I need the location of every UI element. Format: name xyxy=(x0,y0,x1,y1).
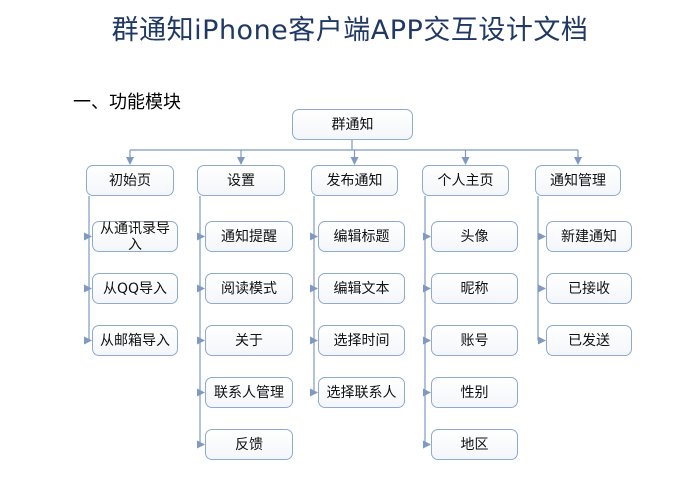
feature-node: 联系人管理 xyxy=(205,377,293,408)
module-node: 发布通知 xyxy=(311,165,398,196)
feature-node: 选择时间 xyxy=(318,325,405,356)
feature-node: 关于 xyxy=(205,325,293,356)
feature-node: 已接收 xyxy=(546,273,632,304)
feature-node: 地区 xyxy=(431,429,518,460)
feature-node: 从通讯录导入 xyxy=(92,221,178,253)
feature-node: 通知提醒 xyxy=(205,221,293,252)
feature-node: 选择联系人 xyxy=(318,377,405,408)
module-node: 个人主页 xyxy=(422,165,509,196)
feature-node: 性别 xyxy=(431,377,518,408)
root-node: 群通知 xyxy=(292,109,413,140)
feature-node: 新建通知 xyxy=(546,221,632,252)
feature-node: 头像 xyxy=(431,221,518,252)
module-node: 通知管理 xyxy=(535,165,621,196)
feature-node: 从QQ导入 xyxy=(92,273,178,304)
feature-node: 编辑文本 xyxy=(318,273,405,304)
feature-node: 编辑标题 xyxy=(318,221,405,252)
feature-node: 阅读模式 xyxy=(205,273,293,304)
feature-node: 账号 xyxy=(431,325,518,356)
feature-node: 从邮箱导入 xyxy=(92,325,178,356)
module-node: 初始页 xyxy=(86,165,174,196)
feature-node: 已发送 xyxy=(546,325,632,356)
feature-node: 反馈 xyxy=(205,429,293,460)
module-node: 设置 xyxy=(197,165,285,196)
feature-node: 昵称 xyxy=(431,273,518,304)
